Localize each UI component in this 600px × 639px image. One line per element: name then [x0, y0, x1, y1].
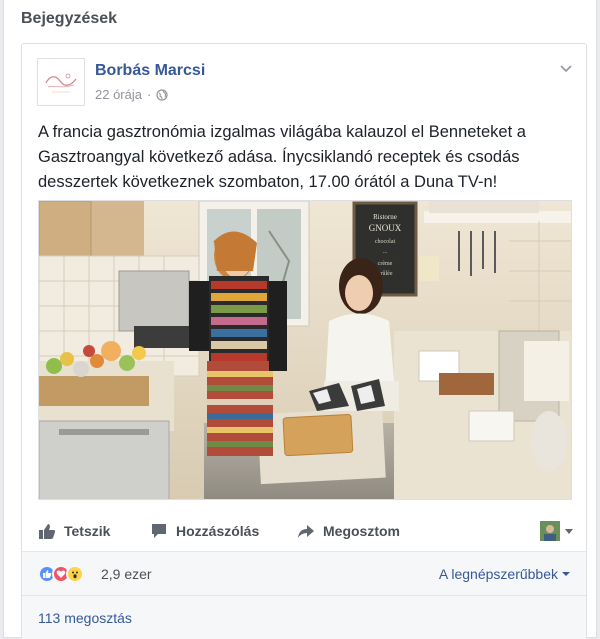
wow-reaction-icon: [66, 565, 84, 583]
chalkboard-line-1: Ristorne: [373, 213, 397, 221]
thumbs-up-icon: [39, 524, 56, 539]
kitchen-scene-image: Ristorne GNOUX chocolat ... crème brûlée: [39, 201, 571, 499]
globe-icon[interactable]: [156, 88, 168, 101]
sort-label: A legnépszerűbbek: [438, 566, 558, 582]
post-time[interactable]: 22 órája: [95, 87, 142, 102]
chevron-down-icon[interactable]: [558, 60, 574, 76]
comment-button[interactable]: Hozzászólás: [150, 522, 259, 540]
post-as-selector[interactable]: [540, 521, 574, 541]
section-title: Bejegyzések: [21, 10, 118, 27]
share-label: Megosztom: [323, 523, 400, 539]
comment-label: Hozzászólás: [176, 523, 260, 539]
caret-down-icon: [565, 529, 573, 534]
reactions-bar: 2,9 ezer A legnépszerűbbek: [22, 552, 586, 596]
like-button[interactable]: Tetszik: [38, 522, 110, 540]
shares-bar: 113 megosztás: [22, 596, 586, 639]
chalkboard-line-3: chocolat: [375, 239, 396, 245]
share-count[interactable]: 113 megosztás: [38, 610, 132, 626]
author-avatar[interactable]: [37, 58, 85, 106]
meta-separator: ·: [146, 87, 152, 102]
post-text: A francia gasztronómia izgalmas világába…: [38, 123, 526, 191]
share-button[interactable]: Megosztom: [297, 522, 400, 540]
gasztroangyal-logo: [38, 59, 84, 105]
chalkboard-line-4: ...: [383, 249, 388, 255]
author-name[interactable]: Borbás Marcsi: [95, 62, 205, 80]
comment-icon: [152, 524, 166, 538]
chalkboard-line-5: crème: [378, 261, 393, 267]
chalkboard-line-2: GNOUX: [369, 223, 402, 233]
reaction-icons[interactable]: [38, 565, 84, 583]
post-photo[interactable]: Ristorne GNOUX chocolat ... crème brûlée: [38, 200, 572, 500]
reaction-count[interactable]: 2,9 ezer: [101, 566, 152, 582]
page-avatar-icon: [540, 521, 560, 541]
like-label: Tetszik: [64, 523, 111, 539]
caret-down-icon: [562, 572, 570, 576]
action-bar: Tetszik Hozzászólás Megosztom: [22, 512, 586, 552]
post-card: Borbás Marcsi 22 órája · A francia gaszt…: [21, 43, 587, 639]
share-arrow-icon: [298, 525, 314, 538]
post-meta: 22 órája ·: [95, 87, 168, 102]
posts-panel: Bejegyzések Borbás Marcsi 22 órája · A f…: [3, 0, 597, 639]
comment-sort-dropdown[interactable]: A legnépszerűbbek: [439, 566, 570, 582]
